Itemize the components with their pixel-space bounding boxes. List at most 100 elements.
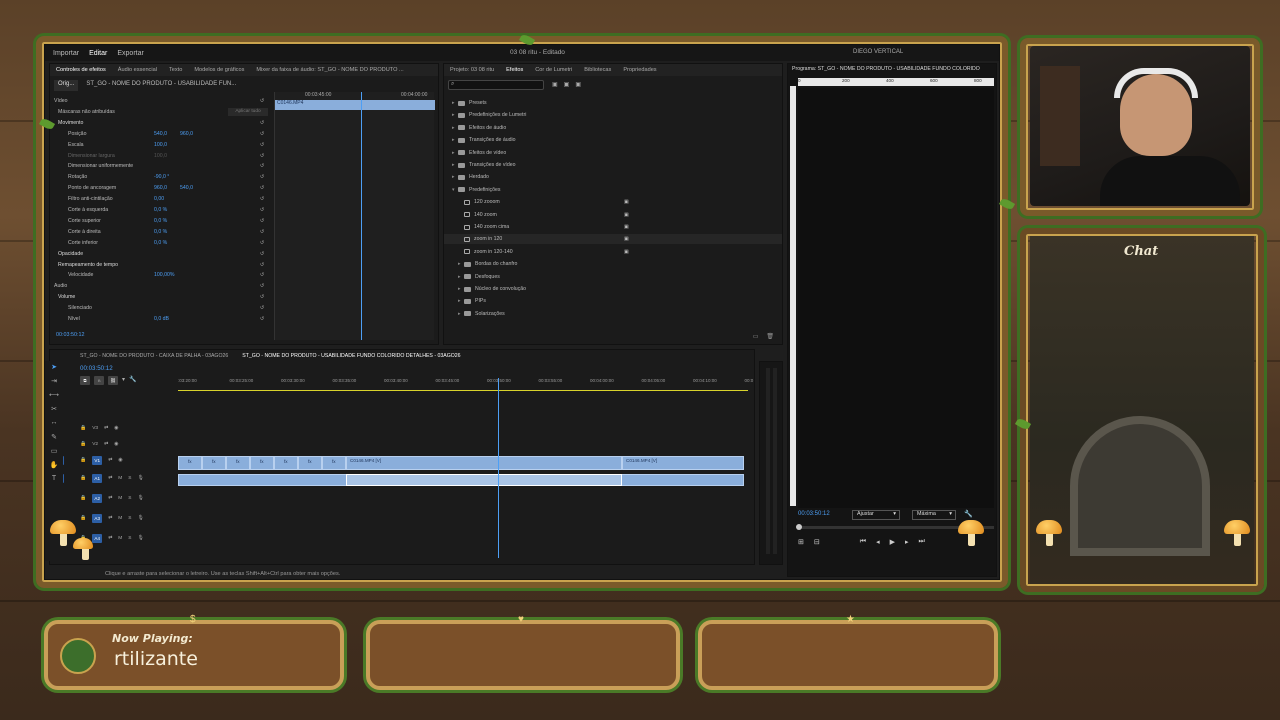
effect-value-1[interactable]: 100,0 (154, 153, 180, 159)
track-name[interactable]: V2 (92, 442, 98, 447)
apply-all-button[interactable]: Aplicar tudo (228, 108, 268, 116)
effects-tree-item[interactable]: ▸ PIPs (444, 296, 782, 306)
lock-icon[interactable]: 🔒 (80, 495, 86, 501)
effects-tree-item[interactable]: ▸ Desfoques (444, 272, 782, 282)
mark-out-icon[interactable]: ⊟ (814, 538, 820, 546)
video-clip[interactable]: C0146.MP4 [V] (622, 456, 744, 470)
workspace-name[interactable]: DIEGO VERTICAL (853, 49, 903, 55)
effect-value-2[interactable]: 540,0 (180, 185, 193, 191)
effect-value-2[interactable]: 960,0 (180, 131, 193, 137)
32bit-filter-icon[interactable]: ▣ (564, 81, 570, 88)
eye-icon[interactable]: ◉ (114, 426, 118, 431)
sync-lock-icon[interactable]: ⇄ (104, 426, 108, 431)
effect-row[interactable]: Filtro anti-cintilação 0,00 ↺ (54, 194, 274, 204)
video-clip[interactable]: fx (274, 456, 298, 470)
reset-icon[interactable]: ↺ (260, 131, 264, 137)
ec-tab[interactable]: Mixer da faixa de áudio: ST_GO - NOME DO… (256, 67, 403, 73)
settings-icon[interactable]: 🔧 (129, 376, 136, 385)
audio-clip-selected[interactable] (346, 474, 622, 486)
menu-editar[interactable]: Editar (89, 50, 107, 57)
ec-tab[interactable]: Controles de efeitos (56, 67, 106, 73)
ripple-edit-icon[interactable]: ⟷ (49, 391, 59, 401)
effects-tree-item[interactable]: ▸ Transições de vídeo (444, 160, 782, 170)
track-name[interactable]: A4 (92, 533, 103, 543)
track-name[interactable]: A3 (92, 513, 103, 523)
frame-back-icon[interactable]: ◂ (876, 538, 880, 546)
work-area-bar[interactable] (178, 390, 748, 391)
track-name[interactable]: A1 (92, 473, 103, 483)
effect-row[interactable]: Silenciado ↺ (54, 303, 274, 313)
video-clip[interactable]: fx (202, 456, 226, 470)
effects-tree-item[interactable]: ▾ Predefinições (444, 185, 782, 195)
reset-icon[interactable]: ↺ (260, 163, 264, 169)
mute-button[interactable]: M (118, 536, 122, 541)
reset-icon[interactable]: ↺ (260, 240, 264, 246)
yuv-filter-icon[interactable]: ▣ (575, 81, 581, 88)
sync-lock-icon[interactable]: ⇄ (104, 442, 108, 447)
reset-icon[interactable]: ↺ (260, 98, 264, 104)
effects-tree-item[interactable]: 120 zooom ▣ (444, 197, 782, 207)
reset-icon[interactable]: ↺ (260, 251, 264, 257)
effects-tree-item[interactable]: zoom in 120 ▣ (444, 234, 782, 245)
track-name[interactable]: V1 (92, 455, 103, 465)
rectangle-icon[interactable]: ▭ (49, 447, 59, 457)
effect-row[interactable]: Nível 0,0 dB ↺ (54, 314, 274, 324)
reset-icon[interactable]: ↺ (260, 218, 264, 224)
video-clip[interactable]: fx (226, 456, 250, 470)
effects-tree-item[interactable]: zoom in 120-140 ▣ (444, 247, 782, 257)
effect-row[interactable]: Opacidade ↺ (54, 249, 274, 259)
effect-row[interactable]: Áudio ↺ (54, 281, 274, 291)
effect-value-1[interactable]: 0,00 (154, 196, 180, 202)
effect-row[interactable]: Corte inferior 0,0 % ↺ (54, 238, 274, 248)
effect-value-1[interactable]: 100,0 (154, 142, 180, 148)
reset-icon[interactable]: ↺ (260, 185, 264, 191)
video-clip[interactable]: fx (178, 456, 202, 470)
reset-icon[interactable]: ↺ (260, 174, 264, 180)
mic-icon[interactable]: 🎙 (137, 515, 143, 521)
reset-icon[interactable]: ↺ (260, 196, 264, 202)
effects-tree-item[interactable]: ▸ Presets (444, 98, 782, 108)
effect-row[interactable]: Dimensionar largura 100,0 ↺ (54, 151, 274, 161)
eye-icon[interactable]: ◉ (118, 458, 122, 463)
timeline-timecode[interactable]: 00:03:50:12 (80, 365, 113, 372)
effect-row[interactable]: Posição 540,0 960,0 ↺ (54, 129, 274, 139)
video-clip[interactable]: fx (322, 456, 346, 470)
quality-select[interactable]: Máxima ▾ (912, 510, 956, 520)
effect-row[interactable]: Corte superior 0,0 % ↺ (54, 216, 274, 226)
effects-tree-item[interactable]: ▸ Efeitos de vídeo (444, 148, 782, 158)
mute-button[interactable]: M (118, 476, 122, 481)
effect-row[interactable]: Corte à direita 0,0 % ↺ (54, 227, 274, 237)
ec-tab[interactable]: Modelos de gráficos (194, 67, 244, 73)
effect-value-1[interactable]: 0,0 % (154, 240, 180, 246)
timeline-ruler[interactable]: :03:20:00 00:03:25:00 00:03:30:00 00:03:35:… (178, 378, 753, 388)
effect-value-1[interactable]: 0,0 % (154, 207, 180, 213)
scrubber-handle[interactable] (796, 524, 802, 530)
effect-row[interactable]: Remapeamento de tempo ↺ (54, 260, 274, 270)
video-clip[interactable]: fx (298, 456, 322, 470)
mic-icon[interactable]: 🎙 (137, 535, 143, 541)
effect-row[interactable]: Dimensionar uniformemente ↺ (54, 161, 274, 171)
reset-icon[interactable]: ↺ (260, 283, 264, 289)
reset-icon[interactable]: ↺ (260, 316, 264, 322)
ec-tab[interactable]: Áudio essencial (118, 67, 157, 73)
effects-tree-item[interactable]: ▸ Núcleo de convolução (444, 284, 782, 294)
solo-button[interactable]: S (128, 496, 131, 501)
effect-timecode[interactable]: 00:03:50:12 (56, 332, 84, 338)
lock-icon[interactable]: 🔒 (80, 457, 86, 463)
menu-exportar[interactable]: Exportar (117, 50, 143, 57)
menu-importar[interactable]: Importar (53, 50, 79, 57)
razor-icon[interactable]: ✂ (49, 405, 59, 415)
effects-tab[interactable]: Propriedades (623, 67, 656, 73)
wrench-icon[interactable]: 🔧 (964, 510, 973, 518)
slip-icon[interactable]: ↔ (49, 419, 59, 429)
effect-row[interactable]: Ponto de ancoragem 960,0 540,0 ↺ (54, 183, 274, 193)
program-video-frame[interactable] (798, 88, 994, 508)
program-timecode[interactable]: 00:03:50:12 (798, 511, 830, 517)
step-back-icon[interactable]: ⏮ (860, 538, 866, 546)
sync-lock-icon[interactable]: ⇄ (108, 496, 112, 501)
video-clip[interactable]: fx (250, 456, 274, 470)
accelerated-filter-icon[interactable]: ▣ (552, 81, 558, 88)
snap-icon[interactable]: ∩ (94, 376, 104, 385)
reset-icon[interactable]: ↺ (260, 153, 264, 159)
effects-tab[interactable]: Efeitos (506, 67, 523, 73)
